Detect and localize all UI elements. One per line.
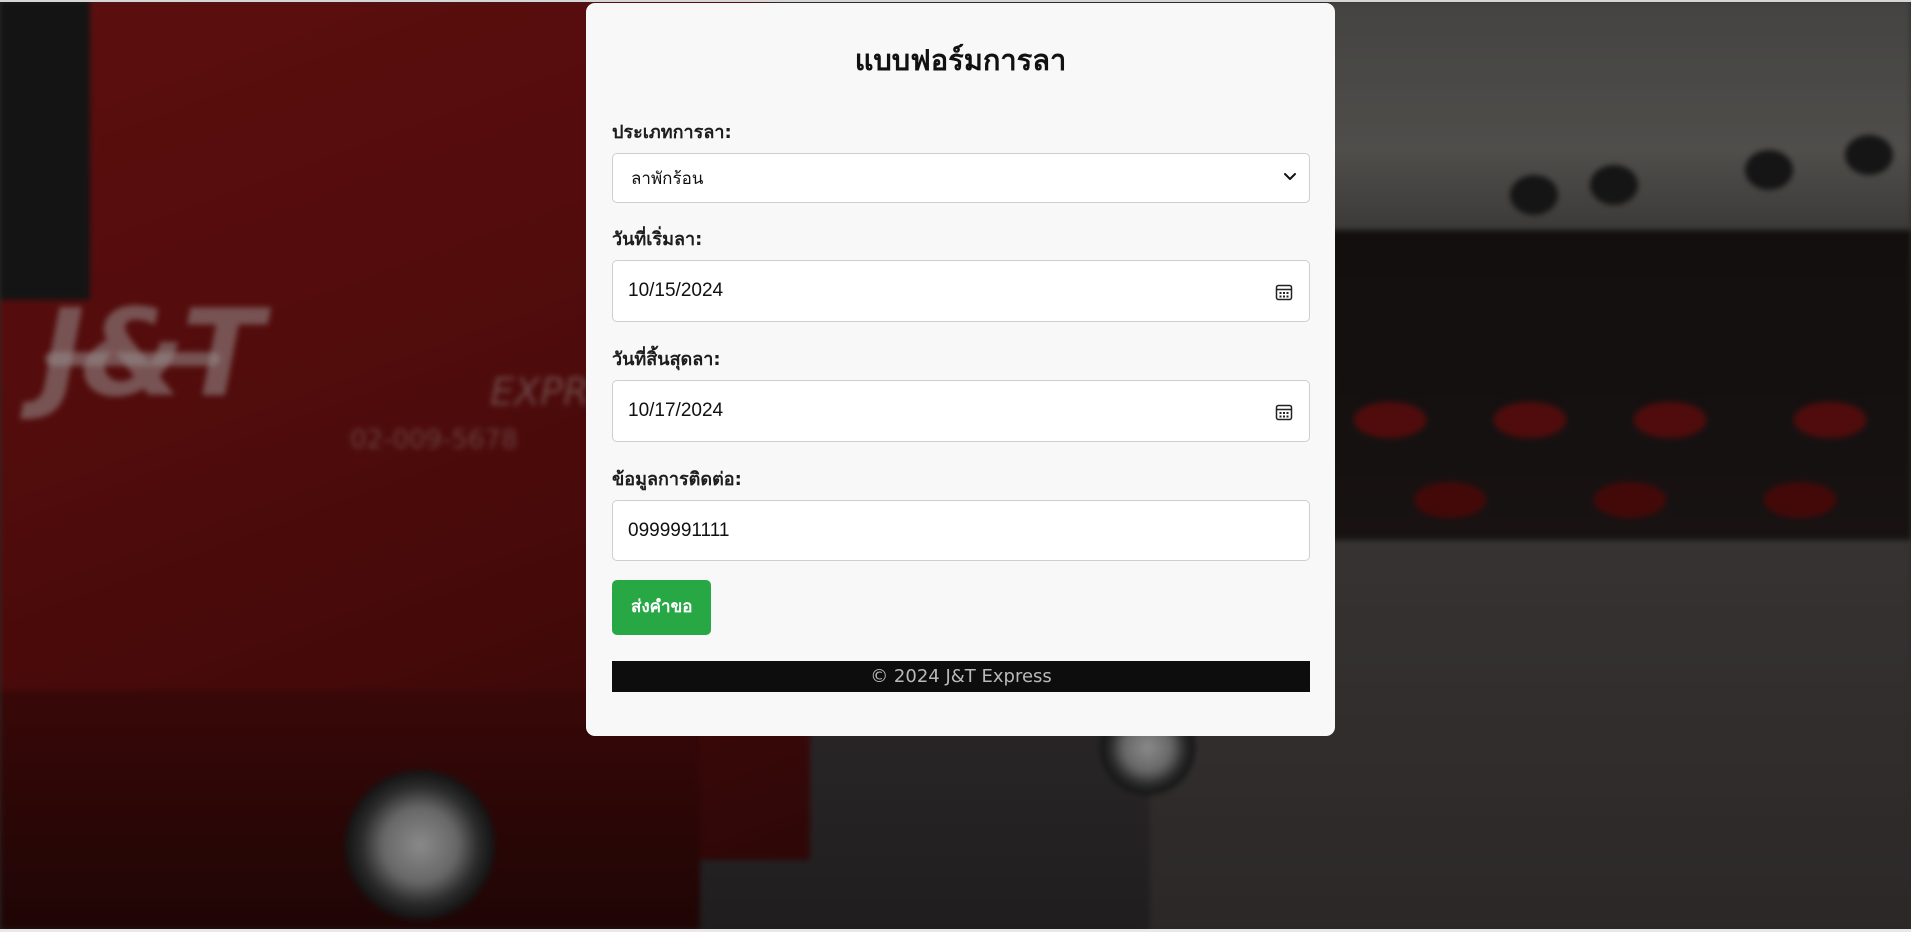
calendar-icon[interactable]: [1275, 403, 1293, 421]
chevron-down-icon: [1284, 173, 1296, 180]
contact-value: 0999991111: [628, 519, 730, 541]
calendar-icon[interactable]: [1275, 283, 1293, 301]
start-date-value: 10/15/2024: [628, 280, 724, 301]
end-date-value: 10/17/2024: [628, 400, 724, 421]
end-date-label: วันที่สิ้นสุดลา:: [612, 349, 721, 370]
submit-button[interactable]: ส่งคำขอ: [612, 580, 712, 635]
start-date-label: วันที่เริ่มลา:: [612, 229, 703, 250]
top-edge: [0, 0, 1911, 2]
start-date-input[interactable]: 10/15/2024: [612, 260, 1310, 322]
leave-type-selected-value: ลาพักร้อน: [631, 168, 704, 189]
form-title: แบบฟอร์มการลา: [854, 43, 1067, 77]
leave-type-label: ประเภทการลา:: [612, 122, 732, 143]
end-date-input[interactable]: 10/17/2024: [612, 380, 1310, 442]
footer: © 2024 J&T Express: [612, 661, 1310, 692]
leave-type-select[interactable]: ลาพักร้อน: [612, 153, 1310, 203]
contact-label: ข้อมูลการติดต่อ:: [612, 469, 742, 490]
contact-input[interactable]: 0999991111: [612, 500, 1310, 561]
leave-form-card: แบบฟอร์มการลา ประเภทการลา: ลาพักร้อน วัน…: [586, 3, 1335, 736]
page: J&T EXPR 02-009-5678 แบบฟอร์มการลา ประเภ…: [0, 0, 1911, 932]
